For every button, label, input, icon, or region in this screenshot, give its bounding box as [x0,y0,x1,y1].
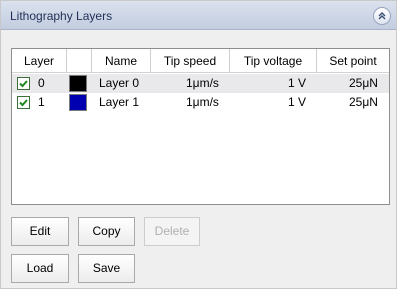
lithography-layers-panel: Lithography Layers Layer Name Tip speed … [0,0,397,289]
set-point-value: 25μN [349,95,378,109]
layer-name: Layer 1 [99,95,140,109]
column-header-color[interactable] [67,49,92,73]
layer-index: 1 [38,95,45,109]
layer-enabled-checkbox[interactable] [17,96,30,109]
set-point-value: 25μN [349,76,378,90]
column-header-set-point[interactable]: Set point [317,49,389,73]
save-button[interactable]: Save [78,254,135,283]
layers-table: Layer Name Tip speed Tip voltage Set poi… [11,48,390,205]
layer-color-swatch[interactable] [69,94,87,111]
layer-color-swatch[interactable] [69,75,87,92]
tip-speed-value: 1μm/s [186,95,219,109]
tip-voltage-value: 1 V [288,95,307,109]
delete-button[interactable]: Delete [144,217,200,246]
table-row[interactable]: 0 Layer 0 1μm/s 1 V 25μN [12,74,389,93]
layer-enabled-checkbox[interactable] [17,77,30,90]
column-header-name[interactable]: Name [92,49,151,73]
column-header-tip-voltage[interactable]: Tip voltage [230,49,317,73]
table-header: Layer Name Tip speed Tip voltage Set poi… [12,49,389,73]
tip-voltage-value: 1 V [288,76,307,90]
column-header-layer[interactable]: Layer [12,49,67,73]
load-button[interactable]: Load [11,254,69,283]
collapse-button[interactable] [373,7,391,25]
copy-button[interactable]: Copy [78,217,135,246]
layer-name: Layer 0 [99,76,140,90]
checkmark-icon [19,80,28,88]
chevron-up-icon [378,12,386,20]
table-row[interactable]: 1 Layer 1 1μm/s 1 V 25μN [12,93,389,112]
tip-speed-value: 1μm/s [186,76,219,90]
edit-button[interactable]: Edit [11,217,69,246]
checkmark-icon [19,99,28,107]
panel-title: Lithography Layers [10,9,113,23]
column-header-tip-speed[interactable]: Tip speed [151,49,230,73]
layer-index: 0 [38,76,45,90]
panel-title-bar: Lithography Layers [1,1,396,30]
